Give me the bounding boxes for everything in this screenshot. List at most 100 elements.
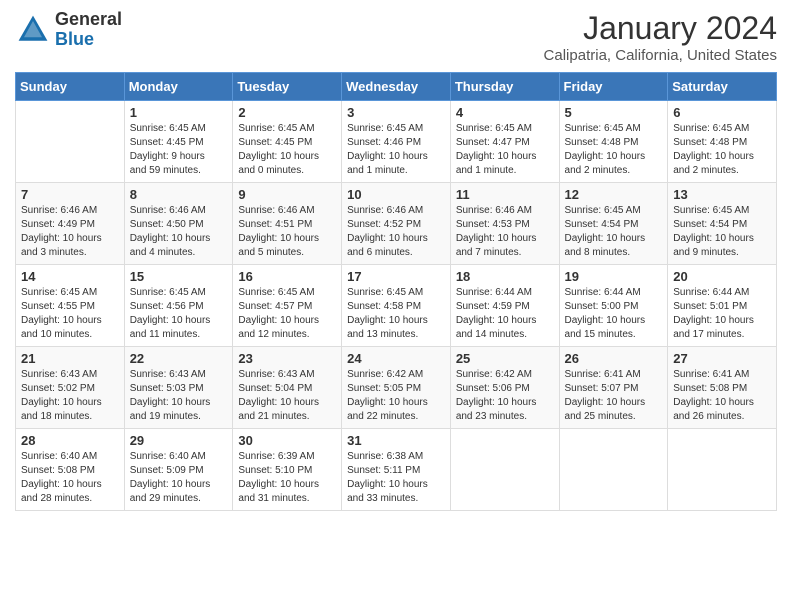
day-info: Sunrise: 6:40 AM Sunset: 5:09 PM Dayligh… [130,450,228,506]
day-number: 10 [347,187,445,202]
day-info: Sunrise: 6:45 AM Sunset: 4:45 PM Dayligh… [130,122,228,178]
calendar-week-row: 7 Sunrise: 6:46 AM Sunset: 4:49 PM Daylig… [16,183,777,265]
calendar-table: SundayMondayTuesdayWednesdayThursdayFrid… [15,72,777,511]
day-number: 21 [21,351,119,366]
day-number: 14 [21,269,119,284]
calendar-cell: 16Sunrise: 6:45 AM Sunset: 4:57 PM Dayli… [233,265,342,347]
day-info: Sunrise: 6:45 AM Sunset: 4:45 PM Dayligh… [238,122,336,178]
calendar-cell: 26 Sunrise: 6:41 AM Sunset: 5:07 PM Dayli… [559,347,668,429]
weekday-header-row: SundayMondayTuesdayWednesdayThursdayFrid… [16,73,777,101]
day-number: 6 [673,105,771,120]
day-info: Sunrise: 6:43 AM Sunset: 5:03 PM Dayligh… [130,368,228,424]
day-info: Sunrise: 6:45 AM Sunset: 4:48 PM Dayligh… [673,122,771,178]
calendar-cell: 6 Sunrise: 6:45 AM Sunset: 4:48 PM Daylig… [668,101,777,183]
day-number: 18 [456,269,554,284]
day-number: 25 [456,351,554,366]
day-number: 29 [130,433,228,448]
day-number: 19 [565,269,663,284]
day-info: Sunrise: 6:46 AM Sunset: 4:52 PM Dayligh… [347,204,445,260]
calendar-cell: 7 Sunrise: 6:46 AM Sunset: 4:49 PM Daylig… [16,183,125,265]
day-number: 28 [21,433,119,448]
day-info: Sunrise: 6:42 AM Sunset: 5:05 PM Dayligh… [347,368,445,424]
weekday-header-sunday: Sunday [16,73,125,101]
calendar-cell: 3 Sunrise: 6:45 AM Sunset: 4:46 PM Daylig… [342,101,451,183]
day-info: Sunrise: 6:45 AM Sunset: 4:54 PM Dayligh… [565,204,663,260]
calendar-cell: 20 Sunrise: 6:44 AM Sunset: 5:01 PM Dayli… [668,265,777,347]
day-info: Sunrise: 6:44 AM Sunset: 5:01 PM Dayligh… [673,286,771,342]
day-number: 3 [347,105,445,120]
calendar-cell: 4 Sunrise: 6:45 AM Sunset: 4:47 PM Daylig… [450,101,559,183]
calendar-cell [16,101,125,183]
day-info: Sunrise: 6:41 AM Sunset: 5:07 PM Dayligh… [565,368,663,424]
calendar-cell: 12 Sunrise: 6:45 AM Sunset: 4:54 PM Dayli… [559,183,668,265]
calendar-cell [668,429,777,511]
day-info: Sunrise: 6:43 AM Sunset: 5:02 PM Dayligh… [21,368,119,424]
day-number: 26 [565,351,663,366]
day-number: 12 [565,187,663,202]
weekday-header-monday: Monday [124,73,233,101]
calendar-cell: 19Sunrise: 6:44 AM Sunset: 5:00 PM Dayli… [559,265,668,347]
day-info: Sunrise: 6:45 AM Sunset: 4:58 PM Dayligh… [347,286,445,342]
calendar-cell: 13 Sunrise: 6:45 AM Sunset: 4:54 PM Dayli… [668,183,777,265]
page-header: General Blue January 2024 Calipatria, Ca… [15,10,777,64]
title-block: January 2024 Calipatria, California, Uni… [544,10,777,64]
calendar-week-row: 14 Sunrise: 6:45 AM Sunset: 4:55 PM Dayli… [16,265,777,347]
calendar-cell: 14 Sunrise: 6:45 AM Sunset: 4:55 PM Dayli… [16,265,125,347]
day-number: 8 [130,187,228,202]
calendar-cell: 23 Sunrise: 6:43 AM Sunset: 5:04 PM Dayli… [233,347,342,429]
calendar-cell: 30 Sunrise: 6:39 AM Sunset: 5:10 PM Dayli… [233,429,342,511]
logo: General Blue [15,10,122,50]
day-number: 20 [673,269,771,284]
calendar-cell: 22 Sunrise: 6:43 AM Sunset: 5:03 PM Dayli… [124,347,233,429]
day-info: Sunrise: 6:43 AM Sunset: 5:04 PM Dayligh… [238,368,336,424]
logo-text: General Blue [55,10,122,50]
day-info: Sunrise: 6:46 AM Sunset: 4:51 PM Dayligh… [238,204,336,260]
day-info: Sunrise: 6:44 AM Sunset: 4:59 PM Dayligh… [456,286,554,342]
day-number: 13 [673,187,771,202]
weekday-header-thursday: Thursday [450,73,559,101]
day-info: Sunrise: 6:41 AM Sunset: 5:08 PM Dayligh… [673,368,771,424]
calendar-cell: 15Sunrise: 6:45 AM Sunset: 4:56 PM Dayli… [124,265,233,347]
calendar-cell: 11Sunrise: 6:46 AM Sunset: 4:53 PM Dayli… [450,183,559,265]
day-info: Sunrise: 6:39 AM Sunset: 5:10 PM Dayligh… [238,450,336,506]
day-info: Sunrise: 6:45 AM Sunset: 4:54 PM Dayligh… [673,204,771,260]
calendar-week-row: 21 Sunrise: 6:43 AM Sunset: 5:02 PM Dayli… [16,347,777,429]
calendar-cell [450,429,559,511]
day-info: Sunrise: 6:42 AM Sunset: 5:06 PM Dayligh… [456,368,554,424]
day-info: Sunrise: 6:45 AM Sunset: 4:48 PM Dayligh… [565,122,663,178]
day-number: 5 [565,105,663,120]
day-number: 22 [130,351,228,366]
calendar-cell: 5 Sunrise: 6:45 AM Sunset: 4:48 PM Daylig… [559,101,668,183]
day-info: Sunrise: 6:45 AM Sunset: 4:46 PM Dayligh… [347,122,445,178]
calendar-week-row: 1 Sunrise: 6:45 AM Sunset: 4:45 PM Daylig… [16,101,777,183]
day-info: Sunrise: 6:45 AM Sunset: 4:47 PM Dayligh… [456,122,554,178]
day-number: 27 [673,351,771,366]
day-number: 16 [238,269,336,284]
day-info: Sunrise: 6:45 AM Sunset: 4:55 PM Dayligh… [21,286,119,342]
weekday-header-wednesday: Wednesday [342,73,451,101]
day-number: 15 [130,269,228,284]
calendar-cell: 2 Sunrise: 6:45 AM Sunset: 4:45 PM Daylig… [233,101,342,183]
day-info: Sunrise: 6:46 AM Sunset: 4:49 PM Dayligh… [21,204,119,260]
day-number: 4 [456,105,554,120]
day-info: Sunrise: 6:46 AM Sunset: 4:50 PM Dayligh… [130,204,228,260]
weekday-header-friday: Friday [559,73,668,101]
calendar-cell: 29 Sunrise: 6:40 AM Sunset: 5:09 PM Dayli… [124,429,233,511]
calendar-cell: 25 Sunrise: 6:42 AM Sunset: 5:06 PM Dayli… [450,347,559,429]
calendar-cell: 10 Sunrise: 6:46 AM Sunset: 4:52 PM Dayli… [342,183,451,265]
day-number: 30 [238,433,336,448]
month-year-title: January 2024 [544,10,777,47]
calendar-cell: 9 Sunrise: 6:46 AM Sunset: 4:51 PM Daylig… [233,183,342,265]
logo-icon [15,12,51,48]
calendar-cell: 1 Sunrise: 6:45 AM Sunset: 4:45 PM Daylig… [124,101,233,183]
calendar-week-row: 28Sunrise: 6:40 AM Sunset: 5:08 PM Dayli… [16,429,777,511]
day-number: 2 [238,105,336,120]
day-info: Sunrise: 6:38 AM Sunset: 5:11 PM Dayligh… [347,450,445,506]
day-number: 9 [238,187,336,202]
calendar-cell: 27 Sunrise: 6:41 AM Sunset: 5:08 PM Dayli… [668,347,777,429]
day-number: 1 [130,105,228,120]
calendar-cell: 28Sunrise: 6:40 AM Sunset: 5:08 PM Dayli… [16,429,125,511]
day-number: 7 [21,187,119,202]
calendar-cell: 31Sunrise: 6:38 AM Sunset: 5:11 PM Dayli… [342,429,451,511]
day-number: 23 [238,351,336,366]
